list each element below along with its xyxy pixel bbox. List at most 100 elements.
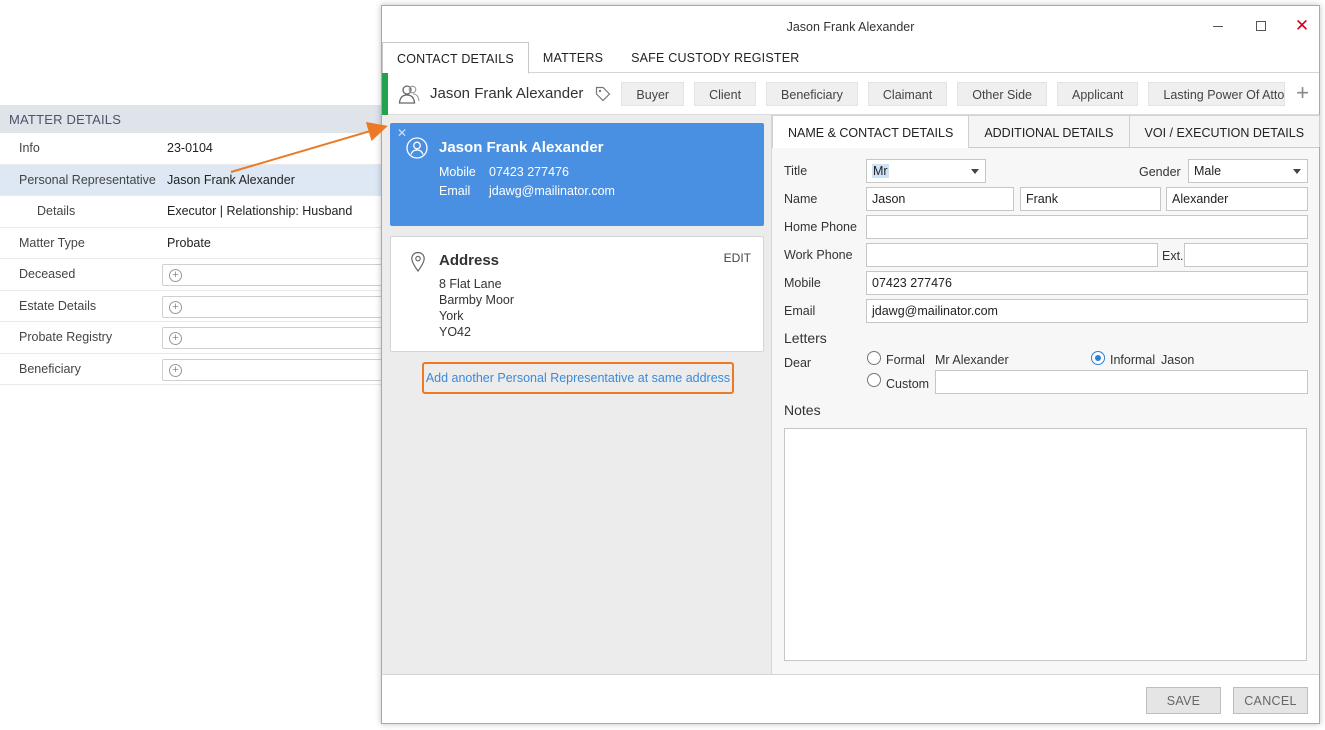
custom-radio[interactable] [867, 373, 881, 387]
add-probate-registry-field[interactable]: + [162, 327, 392, 349]
person-icon [406, 137, 428, 159]
matter-row-estate-details: Estate Details + [0, 291, 392, 322]
formal-radio[interactable] [867, 351, 881, 365]
tab-additional-details[interactable]: ADDITIONAL DETAILS [968, 115, 1130, 147]
contact-card[interactable]: ✕ Jason Frank Alexander Mobile 07423 2774… [390, 123, 764, 226]
notes-textarea[interactable] [784, 428, 1307, 661]
plus-circle-icon: + [169, 332, 182, 345]
mobile-value: 07423 277476 [489, 165, 569, 179]
minimize-button[interactable] [1208, 16, 1228, 36]
add-another-representative-link[interactable]: Add another Personal Representative at s… [422, 362, 734, 394]
title-value: Mr [872, 164, 889, 178]
middle-name-input[interactable]: Frank [1020, 187, 1161, 211]
matter-row-deceased: Deceased + [0, 259, 392, 291]
matter-row-matter-type[interactable]: Matter Type Probate [0, 228, 381, 259]
title-bar: Jason Frank Alexander ✕ [382, 6, 1319, 44]
matter-row-value: 23-0104 [167, 141, 213, 156]
tab-contact-details[interactable]: CONTACT DETAILS [382, 42, 529, 74]
informal-salutation: Jason [1161, 353, 1195, 367]
top-tabs: CONTACT DETAILS MATTERS SAFE CUSTODY REG… [382, 42, 1319, 74]
address-line: Barmby Moor [439, 293, 515, 307]
matter-row-label: Probate Registry [19, 330, 113, 345]
mobile-label: Mobile [439, 165, 476, 179]
role-chip-lasting-power-of-attorney[interactable]: Lasting Power Of Attorney [1148, 81, 1286, 106]
location-pin-icon [411, 251, 425, 272]
matter-row-label: Info [19, 141, 40, 156]
maximize-button[interactable] [1251, 16, 1271, 36]
email-input[interactable]: jdawg@mailinator.com [866, 299, 1308, 323]
address-line: YO42 [439, 325, 471, 339]
detail-tabs: NAME & CONTACT DETAILS ADDITIONAL DETAIL… [772, 115, 1321, 149]
matter-row-label: Beneficiary [19, 361, 81, 376]
add-role-button[interactable]: + [1296, 82, 1309, 104]
save-button[interactable]: SAVE [1146, 687, 1221, 714]
chevron-down-icon [1293, 169, 1301, 174]
role-chip-buyer[interactable]: Buyer [621, 81, 685, 106]
window-title: Jason Frank Alexander [786, 20, 915, 34]
title-select[interactable]: Mr [866, 159, 986, 183]
letters-heading: Letters [784, 330, 827, 346]
matter-row-info[interactable]: Info 23-0104 [0, 133, 381, 165]
edit-address-button[interactable]: EDIT [724, 251, 751, 265]
minimize-icon [1213, 26, 1223, 27]
tab-safe-custody-register[interactable]: SAFE CUSTODY REGISTER [617, 42, 813, 73]
notes-heading: Notes [784, 402, 821, 418]
add-deceased-field[interactable]: + [162, 264, 392, 286]
work-phone-input[interactable] [866, 243, 1158, 267]
role-chip-claimant[interactable]: Claimant [867, 81, 948, 106]
address-card: Address EDIT 8 Flat Lane Barmby Moor Yor… [390, 236, 764, 352]
formal-salutation: Mr Alexander [935, 353, 1009, 367]
role-bar: Jason Frank Alexander Buyer Client Benef… [382, 72, 1319, 115]
contact-form-pane: NAME & CONTACT DETAILS ADDITIONAL DETAIL… [772, 115, 1321, 674]
last-name-input[interactable]: Alexander [1166, 187, 1308, 211]
close-icon: ✕ [1294, 16, 1310, 35]
email-label: Email [439, 184, 471, 198]
work-phone-label: Work Phone [784, 248, 853, 262]
matter-row-label: Estate Details [19, 298, 97, 313]
contact-dialog: Jason Frank Alexander ✕ CONTACT DETAILS … [381, 5, 1321, 724]
custom-salutation-input[interactable] [935, 370, 1308, 394]
tab-voi-execution-details[interactable]: VOI / EXECUTION DETAILS [1128, 115, 1321, 147]
role-chip-other-side[interactable]: Other Side [957, 81, 1047, 106]
matter-row-details[interactable]: Details Executor | Relationship: Husband [0, 196, 381, 228]
role-chip-beneficiary[interactable]: Beneficiary [766, 81, 858, 106]
tag-icon[interactable] [595, 86, 611, 102]
tab-name-contact-details[interactable]: NAME & CONTACT DETAILS [772, 115, 970, 149]
gender-value: Male [1194, 164, 1222, 178]
plus-circle-icon: + [169, 300, 182, 314]
role-chip-applicant[interactable]: Applicant [1056, 81, 1139, 106]
add-estate-details-field[interactable]: + [162, 295, 392, 318]
first-name-input[interactable]: Jason [866, 187, 1014, 211]
address-line: 8 Flat Lane [439, 277, 502, 291]
matter-row-personal-representative[interactable]: Personal Representative Jason Frank Alex… [0, 164, 381, 196]
close-button[interactable]: ✕ [1292, 16, 1312, 36]
people-icon [398, 84, 420, 104]
matter-row-probate-registry: Probate Registry + [0, 322, 392, 354]
contact-card-mobile: Mobile 07423 277476 [439, 165, 569, 179]
home-phone-input[interactable] [866, 215, 1308, 239]
mobile-input[interactable]: 07423 277476 [866, 271, 1308, 295]
contact-summary-pane: ✕ Jason Frank Alexander Mobile 07423 2774… [382, 115, 772, 674]
email-label: Email [784, 304, 816, 318]
name-label: Name [784, 192, 818, 206]
role-chip-client[interactable]: Client [694, 81, 757, 106]
matter-row-label: Details [37, 204, 76, 219]
email-value: jdawg@mailinator.com [489, 184, 615, 198]
tab-matters[interactable]: MATTERS [529, 42, 617, 73]
informal-label: Informal [1110, 353, 1156, 367]
gender-select[interactable]: Male [1188, 159, 1308, 183]
ext-label: Ext. [1162, 249, 1184, 263]
matter-row-label: Matter Type [19, 235, 85, 250]
cancel-button[interactable]: CANCEL [1233, 687, 1308, 714]
plus-circle-icon: + [169, 269, 182, 282]
matter-row-beneficiary: Beneficiary + [0, 354, 392, 385]
add-beneficiary-field[interactable]: + [162, 358, 392, 381]
maximize-icon [1256, 21, 1266, 31]
ext-input[interactable] [1184, 243, 1308, 267]
informal-radio[interactable] [1091, 351, 1105, 365]
formal-label: Formal [886, 353, 925, 367]
contact-name: Jason Frank Alexander [430, 85, 584, 102]
custom-label: Custom [886, 377, 930, 391]
contact-card-name: Jason Frank Alexander [439, 139, 604, 156]
home-phone-label: Home Phone [784, 220, 857, 234]
